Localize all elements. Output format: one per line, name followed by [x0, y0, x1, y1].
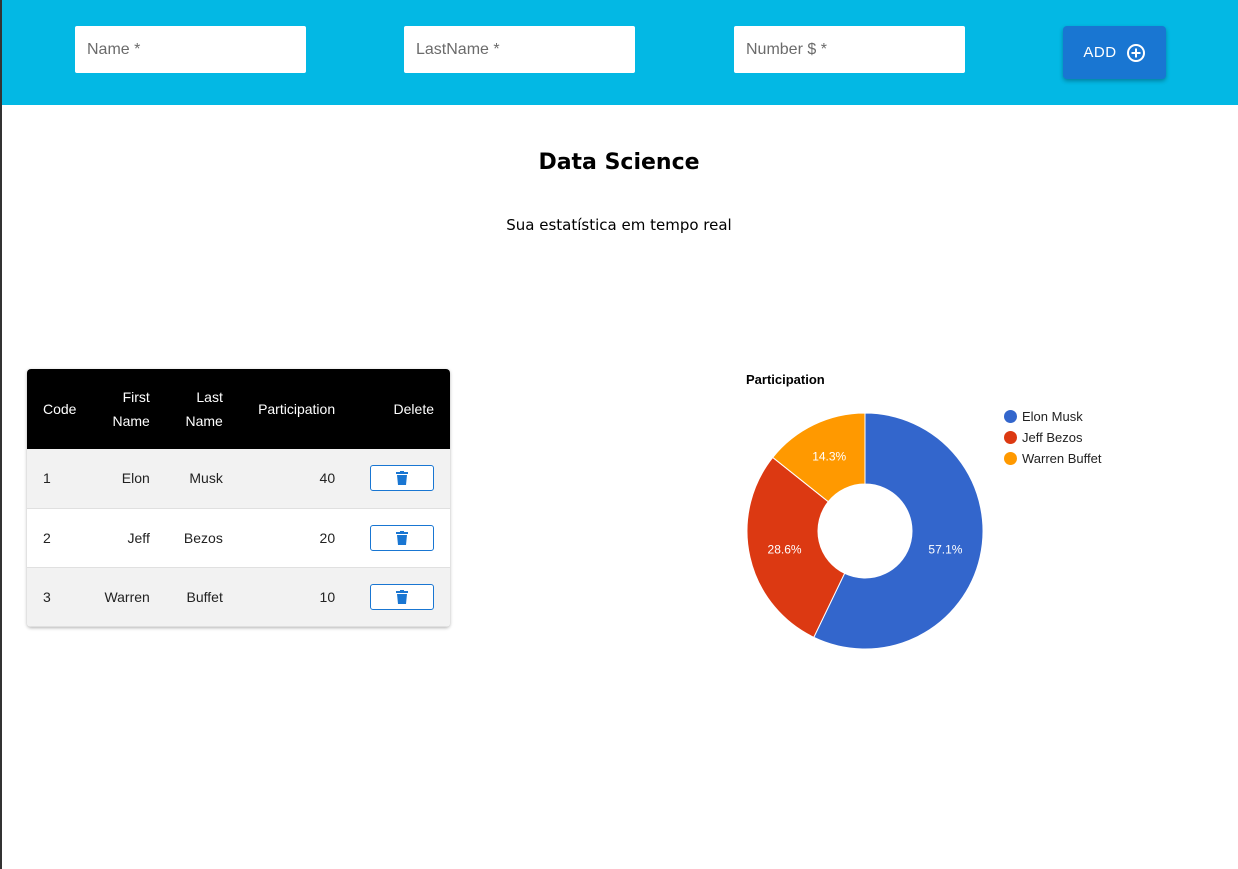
- legend-item[interactable]: Warren Buffet: [1004, 448, 1101, 469]
- participation-donut-chart: 57.1% 28.6% 14.3%: [746, 412, 984, 650]
- trash-icon: [396, 471, 408, 486]
- cell-code: 1: [43, 470, 51, 487]
- header-delete: Delete: [393, 401, 434, 417]
- delete-button[interactable]: [370, 524, 434, 551]
- legend-swatch: [1004, 410, 1017, 423]
- header-code: Code: [43, 401, 77, 417]
- cell-delete: [351, 508, 450, 567]
- chart-legend: Elon Musk Jeff Bezos Warren Buffet: [1004, 406, 1101, 469]
- header-participation: Participation: [258, 401, 336, 417]
- add-button[interactable]: ADD: [1063, 26, 1166, 79]
- cell-first-name: Elon: [121, 470, 150, 487]
- cell-last-name: Bezos: [183, 529, 223, 546]
- cell-participation: 20: [319, 529, 336, 546]
- legend-item[interactable]: Elon Musk: [1004, 406, 1101, 427]
- cell-first-name: Jeff: [127, 529, 150, 546]
- name-input[interactable]: [75, 26, 306, 73]
- header-last-name: Last Name: [185, 389, 223, 429]
- cell-last-name: Buffet: [186, 588, 223, 605]
- name-field[interactable]: [75, 26, 306, 73]
- participation-table: Code First Name Last Name Participation De…: [27, 369, 450, 627]
- page-subtitle: Sua estatística em tempo real: [506, 216, 732, 234]
- add-button-label: ADD: [1083, 44, 1117, 61]
- legend-label: Warren Buffet: [1022, 451, 1102, 466]
- table-row: 1 Elon Musk 40: [27, 449, 450, 508]
- legend-item[interactable]: Jeff Bezos: [1004, 427, 1101, 448]
- cell-participation: 10: [319, 588, 336, 605]
- legend-swatch: [1004, 452, 1017, 465]
- delete-button[interactable]: [370, 465, 434, 492]
- cell-code: 3: [43, 588, 51, 605]
- lastname-field[interactable]: [404, 26, 635, 73]
- slice-label: 28.6%: [768, 542, 802, 556]
- delete-button[interactable]: [370, 583, 434, 610]
- cell-last-name: Musk: [189, 470, 223, 487]
- number-input[interactable]: [734, 26, 965, 73]
- cell-participation: 40: [319, 470, 336, 487]
- legend-label: Elon Musk: [1022, 409, 1083, 424]
- legend-swatch: [1004, 431, 1017, 444]
- page-title: Data Science: [538, 150, 700, 175]
- trash-icon: [396, 530, 408, 545]
- cell-first-name: Warren: [104, 588, 150, 605]
- header-first-name: First Name: [112, 389, 150, 429]
- table-row: 3 Warren Buffet 10: [27, 567, 450, 626]
- slice-label: 57.1%: [928, 542, 962, 556]
- form-header: [2, 0, 1238, 105]
- legend-label: Jeff Bezos: [1022, 430, 1083, 445]
- cell-code: 2: [43, 529, 51, 546]
- lastname-input[interactable]: [404, 26, 635, 73]
- cell-delete: [351, 567, 450, 626]
- slice-label: 14.3%: [812, 450, 846, 464]
- add-circle-outline-icon: [1126, 43, 1146, 63]
- cell-delete: [351, 449, 450, 508]
- table-header-row: Code First Name Last Name Participation De…: [27, 369, 450, 449]
- table-row: 2 Jeff Bezos 20: [27, 508, 450, 567]
- trash-icon: [396, 589, 408, 604]
- window-edge: [0, 0, 2, 869]
- number-field[interactable]: [734, 26, 965, 73]
